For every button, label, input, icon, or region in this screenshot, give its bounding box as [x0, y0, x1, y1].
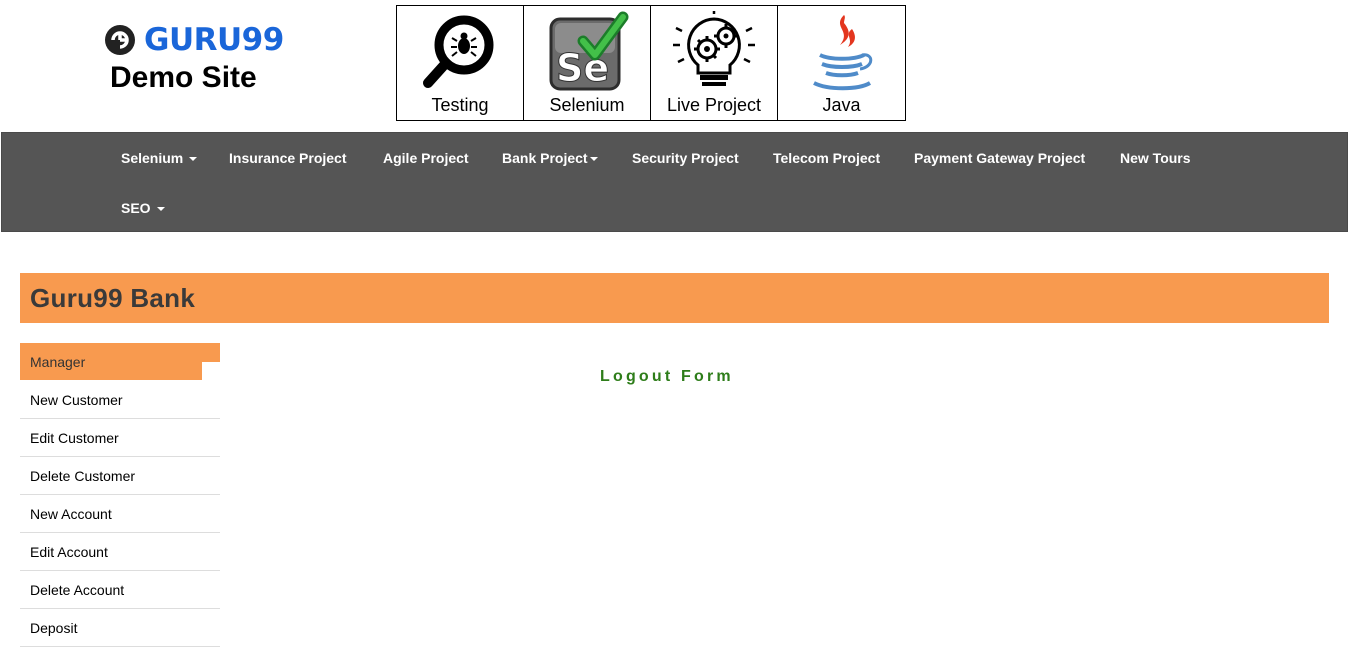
nav-label: New Tours	[1120, 150, 1191, 166]
nav-insurance-project[interactable]: Insurance Project	[229, 150, 347, 166]
nav-label: Bank Project	[502, 150, 588, 166]
caret-down-icon	[589, 157, 598, 162]
tile-selenium[interactable]: Se Selenium	[524, 6, 651, 120]
tile-label: Java	[822, 95, 861, 115]
sidebar-item-label: Deposit	[30, 620, 78, 636]
nav-label: Telecom Project	[773, 150, 881, 166]
nav-agile-project[interactable]: Agile Project	[383, 150, 469, 166]
sidebar-item-new-account[interactable]: New Account	[20, 495, 220, 533]
lightbulb-gears-icon	[673, 11, 755, 86]
logo-text: GURU99	[144, 22, 284, 58]
sidebar-item-delete-customer[interactable]: Delete Customer	[20, 457, 220, 495]
java-cup-icon	[812, 15, 872, 91]
nav-new-tours[interactable]: New Tours	[1120, 150, 1191, 166]
sidebar-item-label: New Account	[30, 506, 112, 522]
sidebar-item-new-customer[interactable]: New Customer	[20, 381, 220, 419]
tile-label: Selenium	[549, 95, 625, 115]
guru99-logo-icon	[105, 25, 135, 55]
sidebar-header-label: Manager	[30, 354, 86, 370]
nav-label: Selenium	[121, 150, 184, 166]
nav-label: Insurance Project	[229, 150, 347, 166]
caret-down-icon	[156, 207, 165, 212]
bank-title: Guru99 Bank	[30, 283, 196, 313]
site-subtitle: Demo Site	[110, 61, 257, 94]
course-tiles: Testing Se Selenium Live Project Java	[396, 5, 906, 121]
nav-payment-gateway-project[interactable]: Payment Gateway Project	[914, 150, 1085, 166]
nav-security-project[interactable]: Security Project	[632, 150, 739, 166]
sidebar-item-edit-customer[interactable]: Edit Customer	[20, 419, 220, 457]
tile-label: Testing	[431, 95, 489, 115]
sidebar-item-label: New Customer	[30, 392, 123, 408]
guru99-logo[interactable]: GURU99	[104, 22, 284, 58]
nav-telecom-project[interactable]: Telecom Project	[773, 150, 880, 166]
magnifier-bug-icon	[423, 15, 494, 88]
sidebar-item-label: Delete Account	[30, 582, 125, 598]
nav-bank-project-dropdown[interactable]: Bank Project	[502, 150, 598, 166]
sidebar-item-deposit[interactable]: Deposit	[20, 609, 220, 647]
main-navbar: Selenium Insurance Project Agile Project…	[1, 132, 1348, 232]
nav-selenium-dropdown[interactable]: Selenium	[121, 150, 198, 166]
sidebar-item-label: Edit Account	[30, 544, 108, 560]
nav-label: SEO	[121, 200, 151, 216]
sidebar-item-delete-account[interactable]: Delete Account	[20, 571, 220, 609]
bank-banner: Guru99 Bank	[20, 273, 1329, 323]
caret-down-icon	[189, 157, 198, 162]
manager-sidebar: Manager New Customer Edit Customer Delet…	[20, 343, 220, 647]
sidebar-item-label: Delete Customer	[30, 468, 136, 484]
sidebar-header-manager[interactable]: Manager	[20, 343, 220, 381]
nav-label: Security Project	[632, 150, 739, 166]
sidebar-item-edit-account[interactable]: Edit Account	[20, 533, 220, 571]
nav-label: Agile Project	[383, 150, 469, 166]
nav-seo-dropdown[interactable]: SEO	[121, 200, 165, 216]
tile-label: Live Project	[666, 95, 762, 115]
selenium-icon: Se	[549, 11, 629, 91]
nav-label: Payment Gateway Project	[914, 150, 1086, 166]
sidebar-item-label: Edit Customer	[30, 430, 119, 446]
tile-live-project[interactable]: Live Project	[651, 6, 778, 120]
tile-testing[interactable]: Testing	[397, 6, 524, 120]
tile-java[interactable]: Java	[778, 6, 905, 120]
logout-form-title: Logout Form	[600, 368, 734, 385]
